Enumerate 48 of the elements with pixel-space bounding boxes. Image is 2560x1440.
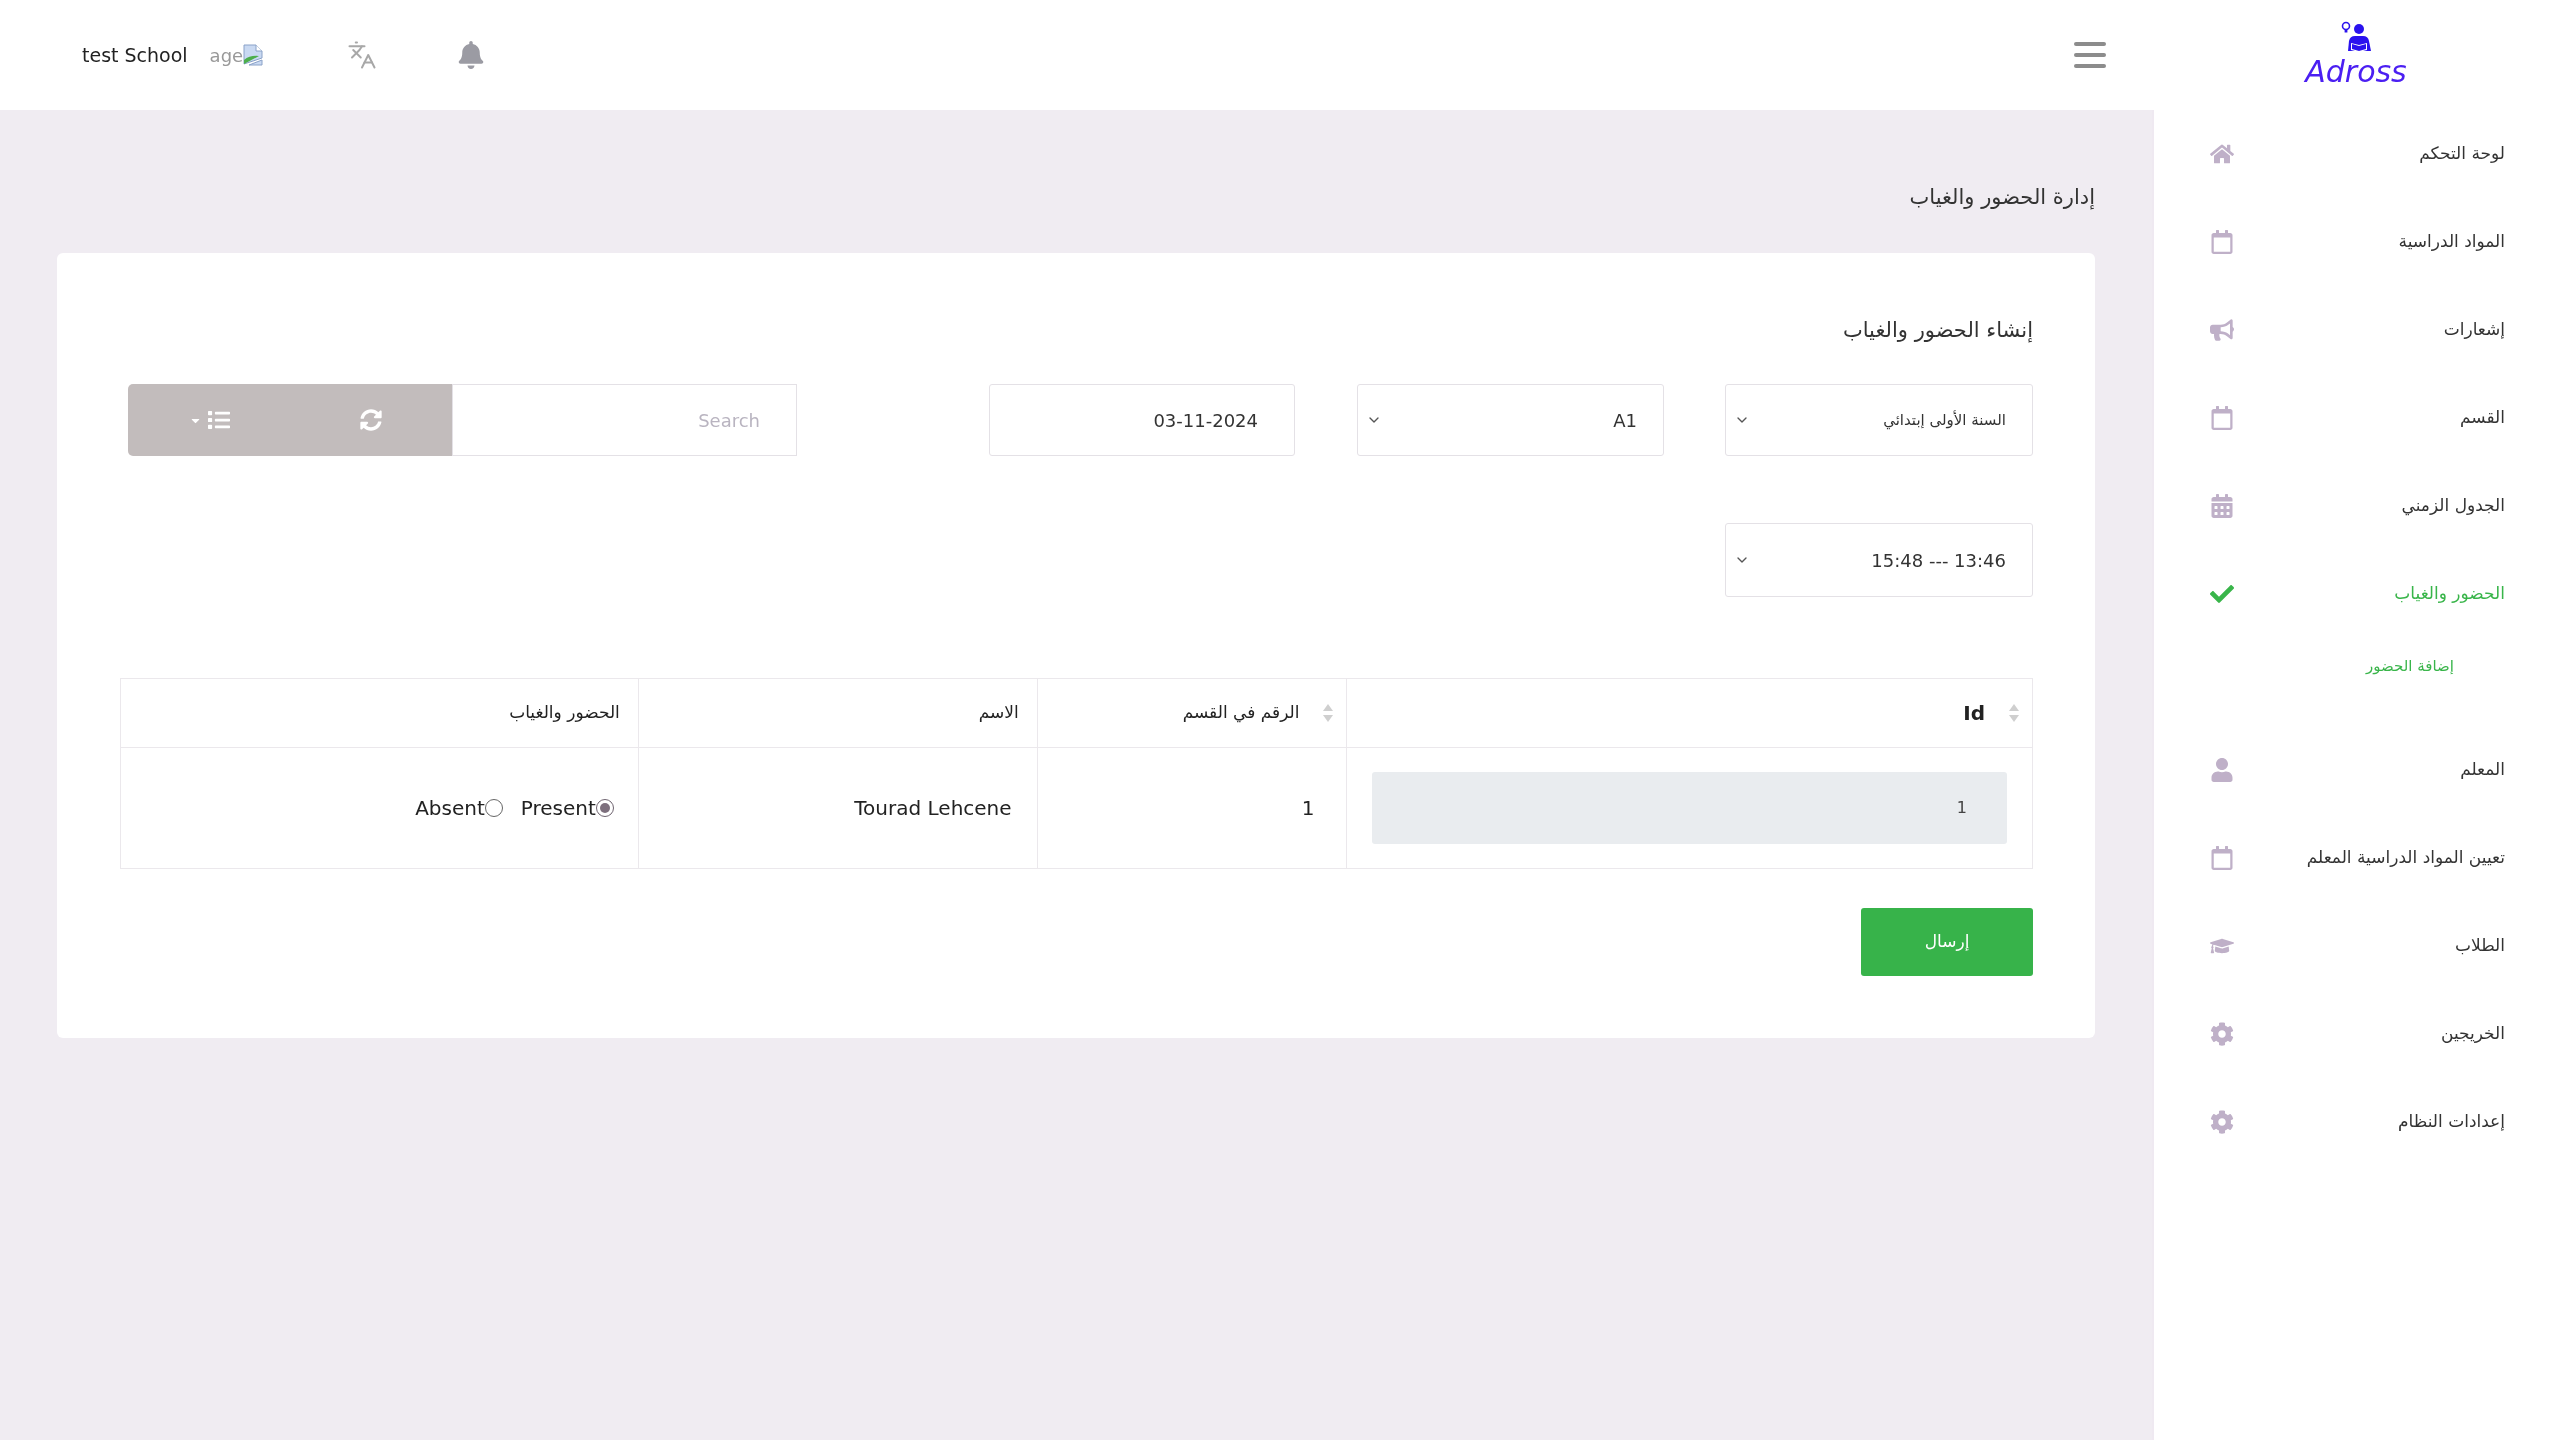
option-label: Present [520, 795, 596, 822]
refresh-icon [360, 409, 382, 431]
calendar-icon [2210, 846, 2234, 870]
column-header[interactable]: Id [1346, 678, 2033, 748]
gear-icon [2210, 1110, 2234, 1134]
radio-button[interactable] [595, 799, 614, 817]
time-dropdown[interactable]: 15:48 --- 13:46 [1725, 523, 2033, 597]
column-header[interactable]: الرقم في القسم [1037, 678, 1347, 748]
user-icon [2210, 758, 2234, 782]
page-title: إدارة الحضور والغياب [1908, 184, 2095, 212]
image-alt-text: age [209, 43, 244, 68]
column-header: الاسم [638, 678, 1038, 748]
sidebar-item[interactable]: المعلم [2154, 726, 2560, 814]
school-name: test School [82, 42, 188, 68]
broken-image-icon [243, 44, 264, 66]
check-icon [2210, 582, 2234, 606]
table-cell: Tourad Lehcene [638, 747, 1038, 869]
bell-icon[interactable] [457, 41, 486, 69]
sidebar-item[interactable]: القسم [2154, 374, 2560, 462]
card-title: إنشاء الحضور والغياب [1841, 317, 2033, 345]
radio-button[interactable] [484, 799, 503, 817]
calendar-icon [2210, 494, 2234, 518]
menu-icon[interactable] [2074, 42, 2106, 68]
sidebar-item[interactable]: المواد الدراسية [2154, 198, 2560, 286]
sidebar-item[interactable]: إشعارات [2154, 286, 2560, 374]
list-icon [207, 409, 230, 431]
calendar-icon [2210, 230, 2234, 254]
translate-icon[interactable] [347, 40, 378, 70]
sidebar-item[interactable]: تعيين المواد الدراسية المعلم [2154, 814, 2560, 902]
table-cell: 1 [1037, 747, 1347, 869]
sidebar-item[interactable]: الخريجين [2154, 990, 2560, 1078]
date-field[interactable]: 03-11-2024 [989, 384, 1295, 456]
logo-text: Adross [2305, 55, 2407, 89]
logo-icon [2339, 21, 2373, 53]
class-dropdown[interactable]: A1 [1357, 384, 1664, 456]
sidebar-item[interactable]: الجدول الزمني [2154, 462, 2560, 550]
gear-icon [2210, 1022, 2234, 1046]
sidebar-item[interactable]: إعدادات النظام [2154, 1078, 2560, 1166]
id-field: 1 [1372, 772, 2007, 844]
home-icon [2210, 142, 2234, 166]
column-header: الحضور والغياب [120, 678, 639, 748]
search-field[interactable]: Search [452, 384, 797, 456]
megaphone-icon [2210, 318, 2234, 342]
grade-dropdown[interactable]: السنة الأولى إبتدائي [1725, 384, 2033, 456]
sidebar-item[interactable]: الطلاب [2154, 902, 2560, 990]
calendar-icon [2210, 406, 2234, 430]
option-label: Absent [415, 795, 485, 822]
sidebar-item[interactable]: لوحة التحكم [2154, 110, 2560, 198]
